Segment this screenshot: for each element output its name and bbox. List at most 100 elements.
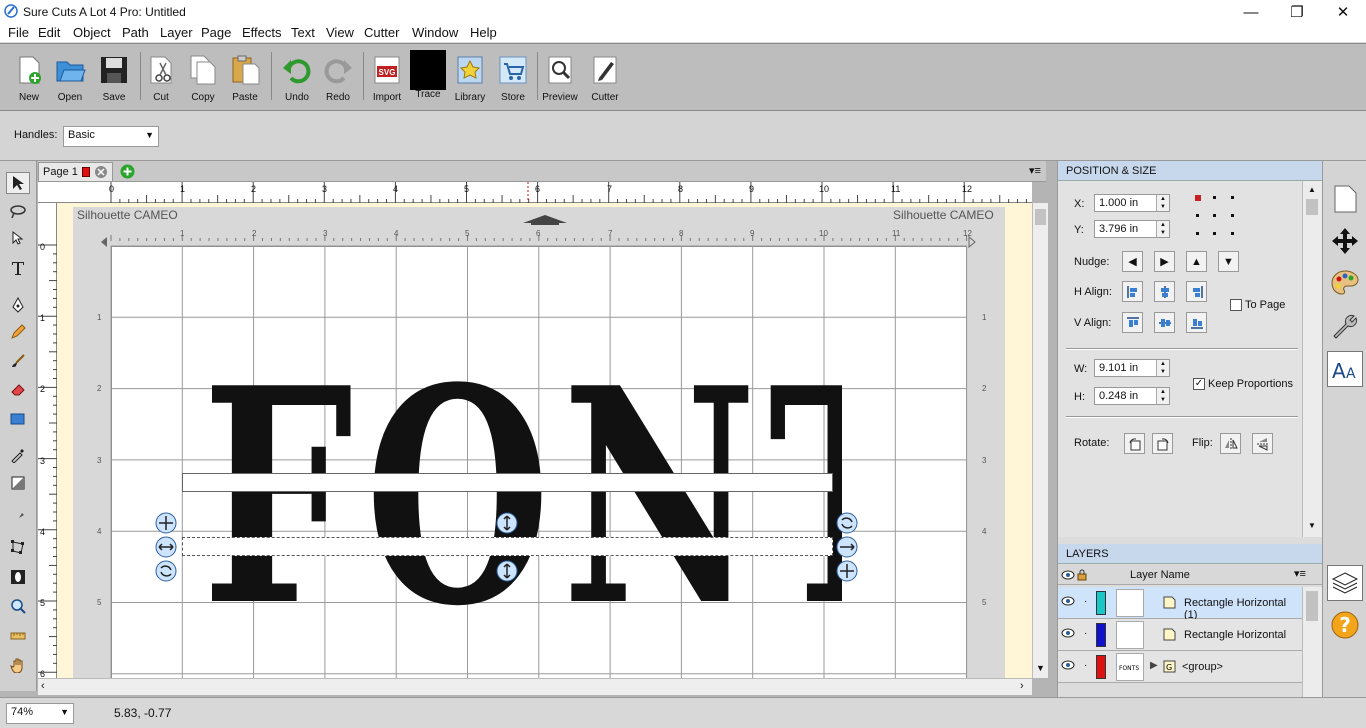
nudge-up-button[interactable]: ▲ xyxy=(1186,251,1207,272)
brush-tool[interactable] xyxy=(6,350,30,372)
eraser-tool[interactable] xyxy=(6,378,30,400)
fill-tool[interactable] xyxy=(6,472,30,494)
page-tab[interactable]: Page 1 xyxy=(38,162,113,182)
lock-dot[interactable]: · xyxy=(1084,596,1087,607)
align-right-button[interactable] xyxy=(1186,281,1207,302)
select-tool[interactable] xyxy=(6,172,30,194)
menu-help[interactable]: Help xyxy=(470,25,497,40)
store-button[interactable]: Store xyxy=(493,50,533,106)
cutter-button[interactable]: Cutter xyxy=(585,50,625,106)
weld-tool[interactable] xyxy=(6,566,30,588)
menu-window[interactable]: Window xyxy=(412,25,458,40)
save-button[interactable]: Save xyxy=(94,50,134,106)
spinner-arrows-icon[interactable]: ▲ ▼ xyxy=(1156,388,1169,404)
layers-scrollbar[interactable] xyxy=(1302,587,1322,697)
flip-horizontal-button[interactable] xyxy=(1220,433,1241,454)
redo-button[interactable]: Redo xyxy=(318,50,358,106)
x-field[interactable]: 1.000 in ▲ ▼ xyxy=(1094,194,1170,212)
import-button[interactable]: SVG Import xyxy=(367,50,407,106)
expand-arrow-icon[interactable]: ▶ xyxy=(1150,660,1158,671)
hand-tool[interactable] xyxy=(6,654,30,676)
flip-vertical-button[interactable] xyxy=(1252,433,1273,454)
eye-icon[interactable] xyxy=(1061,596,1075,606)
scroll-up-icon[interactable]: ▲ xyxy=(1308,185,1316,194)
cut-button[interactable]: Cut xyxy=(141,50,181,106)
fonts-artwork[interactable]: FONTS xyxy=(202,379,842,629)
scroll-right-icon[interactable]: › xyxy=(1020,680,1024,692)
panel-menu-icon[interactable]: ▾≡ xyxy=(1026,164,1044,179)
trace-button[interactable]: Trace xyxy=(408,50,448,106)
layers-panel-button[interactable] xyxy=(1327,565,1363,601)
rotate-handle[interactable] xyxy=(155,560,177,585)
scroll-left-icon[interactable]: ‹ xyxy=(41,680,45,692)
menu-path[interactable]: Path xyxy=(122,25,149,40)
rotate-left-button[interactable] xyxy=(1124,433,1145,454)
design-canvas[interactable]: Silhouette CAMEO Silhouette CAMEO 1 2 3 … xyxy=(57,203,1032,678)
move-handle[interactable] xyxy=(155,512,177,537)
menu-effects[interactable]: Effects xyxy=(242,25,282,40)
rotate-right-button[interactable] xyxy=(1152,433,1173,454)
document-panel-button[interactable] xyxy=(1327,181,1363,217)
scroll-down-icon[interactable]: ▼ xyxy=(1308,521,1316,530)
eye-icon[interactable] xyxy=(1061,570,1075,580)
menu-layer[interactable]: Layer xyxy=(160,25,193,40)
library-button[interactable]: Library xyxy=(450,50,490,106)
node-edit-tool[interactable] xyxy=(6,227,30,249)
layers-menu-icon[interactable]: ▾≡ xyxy=(1294,567,1306,580)
reference-point-grid-icon[interactable] xyxy=(1193,193,1243,239)
close-button[interactable]: ✕ xyxy=(1320,0,1366,24)
pencil-tool[interactable] xyxy=(6,321,30,343)
scrollbar-thumb[interactable] xyxy=(1306,199,1318,215)
lasso-tool[interactable] xyxy=(6,200,30,222)
menu-object[interactable]: Object xyxy=(73,25,111,40)
scroll-down-icon[interactable]: ▼ xyxy=(1036,663,1045,673)
to-page-checkbox[interactable] xyxy=(1230,299,1242,311)
undo-button[interactable]: Undo xyxy=(277,50,317,106)
zoom-select[interactable]: 74% ▼ xyxy=(6,703,74,724)
menu-text[interactable]: Text xyxy=(291,25,315,40)
panel-scrollbar[interactable]: ▲ ▼ xyxy=(1302,181,1322,537)
rectangle-horizontal-selected[interactable] xyxy=(182,537,833,556)
spinner-arrows-icon[interactable]: ▲ ▼ xyxy=(1156,360,1169,376)
align-center-button[interactable] xyxy=(1154,281,1175,302)
menu-file[interactable]: File xyxy=(8,25,29,40)
preview-button[interactable]: Preview xyxy=(540,50,580,106)
height-field[interactable]: 0.248 in ▲ ▼ xyxy=(1094,387,1170,405)
canvas-vertical-scrollbar[interactable]: ▼ xyxy=(1032,203,1048,678)
menu-page[interactable]: Page xyxy=(201,25,231,40)
menu-edit[interactable]: Edit xyxy=(38,25,60,40)
layer-color-swatch[interactable] xyxy=(1096,623,1106,647)
rotate-handle-right[interactable] xyxy=(836,512,858,537)
transform-tool[interactable] xyxy=(6,536,30,558)
eyedropper-tool[interactable] xyxy=(6,444,30,466)
layer-row[interactable]: · FONTS ▶ G <group> xyxy=(1058,651,1302,683)
align-left-button[interactable] xyxy=(1122,281,1143,302)
maximize-button[interactable]: ❐ xyxy=(1274,0,1320,24)
scrollbar-thumb[interactable] xyxy=(1035,209,1046,225)
handles-select[interactable]: Basic ▼ xyxy=(63,126,159,147)
zoom-tool[interactable] xyxy=(6,595,30,617)
help-button[interactable]: ? xyxy=(1327,607,1363,643)
stretch-left-handle[interactable] xyxy=(155,536,177,561)
nudge-down-button[interactable]: ▼ xyxy=(1218,251,1239,272)
eye-icon[interactable] xyxy=(1061,660,1075,670)
pen-tool[interactable] xyxy=(6,294,30,316)
menu-view[interactable]: View xyxy=(326,25,354,40)
stretch-top-handle[interactable] xyxy=(496,512,518,537)
scrollbar-thumb[interactable] xyxy=(1306,591,1318,621)
stretch-right-handle[interactable] xyxy=(836,536,858,561)
align-top-button[interactable] xyxy=(1122,312,1143,333)
close-page-icon[interactable] xyxy=(94,165,108,179)
rectangle-horizontal[interactable] xyxy=(182,473,833,492)
canvas-horizontal-scrollbar[interactable]: ‹ › xyxy=(38,678,1032,695)
layer-color-swatch[interactable] xyxy=(1096,655,1106,679)
stretch-bottom-handle[interactable] xyxy=(496,560,518,585)
spinner-arrows-icon[interactable]: ▲ ▼ xyxy=(1156,221,1169,237)
knife-tool[interactable] xyxy=(6,508,30,530)
text-tool[interactable] xyxy=(6,257,30,279)
nudge-right-button[interactable]: ▶ xyxy=(1154,251,1175,272)
spinner-arrows-icon[interactable]: ▲ ▼ xyxy=(1156,195,1169,211)
position-panel-button[interactable] xyxy=(1327,223,1363,259)
menu-cutter[interactable]: Cutter xyxy=(364,25,399,40)
measure-tool[interactable] xyxy=(6,625,30,647)
